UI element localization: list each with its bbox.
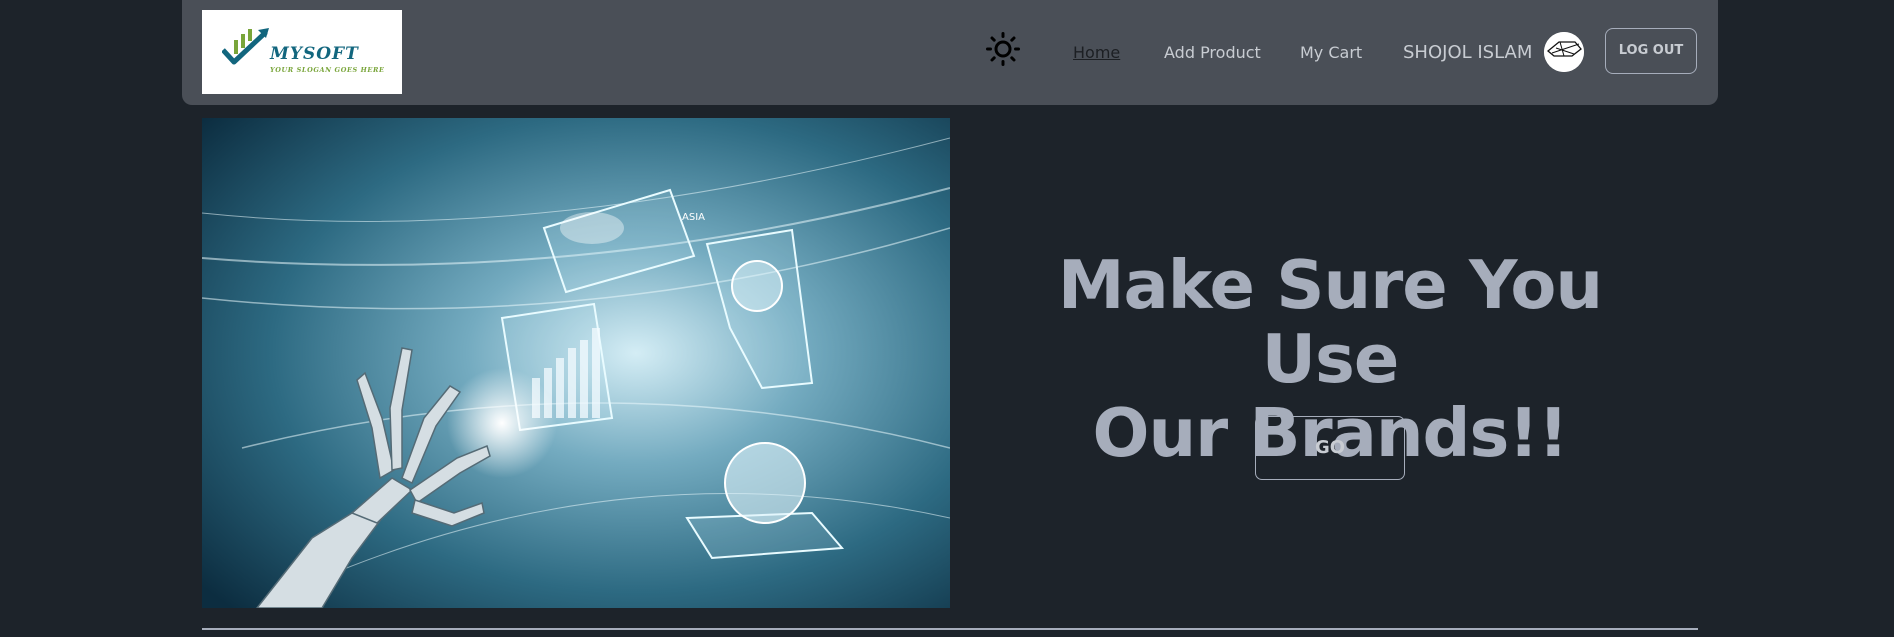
nav-link-add-product[interactable]: Add Product <box>1164 43 1261 62</box>
sun-icon <box>986 32 1020 66</box>
navbar: MYSOFT YOUR SLOGAN GOES HERE Home Add Pr… <box>182 0 1718 105</box>
hero-image-caption: ASIA <box>682 212 705 223</box>
theme-toggle[interactable] <box>986 32 1020 66</box>
go-button[interactable]: GO <box>1255 416 1405 480</box>
avatar[interactable] <box>1544 32 1584 72</box>
user-name: SHOJOL ISLAM <box>1403 42 1533 63</box>
brand-logo[interactable]: MYSOFT YOUR SLOGAN GOES HERE <box>202 10 402 94</box>
logo-check-icon <box>222 28 269 65</box>
logout-button[interactable]: LOG OUT <box>1605 28 1697 74</box>
avatar-image <box>1544 32 1584 72</box>
section-divider <box>202 628 1698 630</box>
nav-link-my-cart[interactable]: My Cart <box>1300 43 1362 62</box>
brand-slogan: YOUR SLOGAN GOES HERE <box>270 66 385 74</box>
hero-image: ASIA <box>201 118 951 609</box>
hero-headline-line-1: Make Sure You Use <box>1057 246 1603 398</box>
brand-name: MYSOFT <box>270 44 359 64</box>
nav-link-home[interactable]: Home <box>1073 43 1120 62</box>
